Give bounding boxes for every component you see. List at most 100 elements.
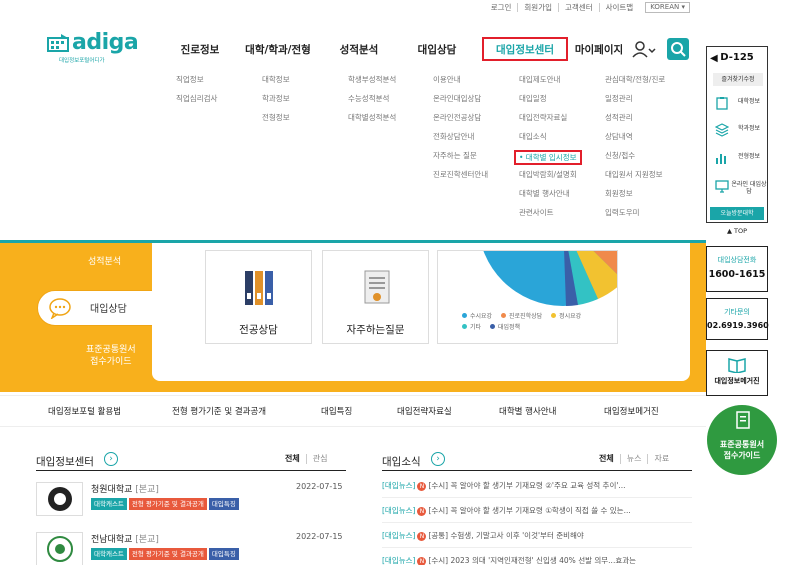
menu-item[interactable]: 자주하는 질문 [433,150,488,169]
site-logo[interactable]: adiga 대입정보포털어디가 [47,30,139,64]
card-major-counsel[interactable]: 전공상담 [205,250,312,344]
today-visited-button[interactable]: 오늘방문대학 [710,207,764,220]
nav-career[interactable]: 진로정보 [170,37,230,61]
tab-interest[interactable]: 관심 [307,454,334,464]
board-news-more[interactable]: › [431,452,445,466]
divider [382,522,692,523]
logo-subtitle: 대입정보포털어디가 [59,58,105,64]
menu-item[interactable]: 수능성적분석 [348,93,396,112]
search-button[interactable] [667,38,689,60]
menu-item[interactable]: 대입전략자료실 [519,112,582,131]
news-item[interactable]: [대입뉴스] N [수시] 2023 의대 '지역인재전형' 신입생 40% 선발 … [382,555,692,565]
link-events[interactable]: 대학별 행사안내 [499,405,556,417]
quick-online-counsel[interactable]: 온라인 대입상담 [707,175,767,201]
chat-icon [49,298,71,319]
nav-score[interactable]: 성적분석 [326,37,392,61]
quick-major-info[interactable]: 학과정보 [707,119,767,145]
join-link[interactable]: 회원가입 [518,2,559,12]
tag-cast[interactable]: 대학캐스트 [91,548,127,560]
quick-admission-info[interactable]: 전형정보 [707,147,767,173]
menu-item[interactable]: 대학별 행사안내 [519,188,582,207]
board-info-center-more[interactable]: › [104,452,118,466]
user-icon[interactable] [632,40,656,58]
menu-item[interactable]: 대입제도안내 [519,74,582,93]
menu-item[interactable]: 일정관리 [605,93,665,112]
menu-item[interactable]: 관련사이트 [519,207,582,226]
nav-mypage[interactable]: 마이페이지 [568,37,630,61]
link-strategy[interactable]: 대입전략자료실 [397,405,452,417]
board-news-title: 대입소식 [382,456,421,468]
language-select[interactable]: KOREAN ▾ [645,1,690,13]
link-eval-criteria[interactable]: 전형 평가기준 및 결과공개 [172,405,266,417]
list-item[interactable]: 전남대학교 [본교] 2022-07-15 대학캐스트 전형 평가기준 및 결과… [36,528,346,565]
menu-item[interactable]: 회원정보 [605,188,665,207]
inquiry-phone-label: 기타문의 [724,308,750,316]
card-faq[interactable]: 자주하는질문 [322,250,429,344]
favorites-edit-button[interactable]: 즐겨찾기수정 [713,73,763,86]
sitemap-link[interactable]: 사이트맵 [600,3,640,12]
link-features[interactable]: 대입특징 [321,405,352,417]
tab-news[interactable]: 뉴스 [621,454,649,464]
menu-item[interactable]: 이용안내 [433,74,488,93]
menu-item[interactable]: 전형정보 [262,112,290,131]
menu-item[interactable]: 온라인대입상담 [433,93,488,112]
post-date: 2022-07-15 [296,532,343,541]
menu-item[interactable]: 학생부성적분석 [348,74,396,93]
tab-data[interactable]: 자료 [648,454,675,464]
tag-feature[interactable]: 대입특징 [208,548,239,560]
side-menu-guide[interactable]: 표준공통원서 접수가이드 [86,344,136,368]
new-badge: N [417,532,427,541]
link-magazine[interactable]: 대입정보메거진 [604,405,659,417]
menu-item[interactable]: 성적관리 [605,112,665,131]
login-link[interactable]: 로그인 [485,2,519,12]
menu-item[interactable]: 신청/접수 [605,150,665,169]
nav-university[interactable]: 대학/학과/전형 [230,37,326,61]
chart-legend: 수시요강 진로진학상담 정시요강 기타 대입정책 [462,310,588,332]
menu-item[interactable]: 대입소식 [519,131,582,150]
menu-item[interactable]: 학과정보 [262,93,290,112]
tag-list: 대학캐스트 전형 평가기준 및 결과공개 대입특징 [91,548,239,560]
news-item[interactable]: [대입뉴스] N [수시] 꼭 알아야 할 생기부 기재요령 ①학생이 직접 쓸 수… [382,505,692,517]
tab-all[interactable]: 전체 [279,454,307,464]
legend-item: 기타 [462,321,481,332]
quick-univ-info[interactable]: 대학정보 [707,92,767,118]
menu-item[interactable]: 대입원서 지원정보 [605,169,665,188]
news-item[interactable]: [대입뉴스] N [공통] 수험생, 기말고사 이후 '이것'부터 준비해야 [382,530,692,542]
menu-item[interactable]: 전화상담안내 [433,131,488,150]
top-button[interactable]: ▲ TOP [706,227,768,235]
menu-item[interactable]: 입력도우미 [605,207,665,226]
menu-item-univ-admission[interactable]: • 대학별 입시정보 [514,150,582,165]
menu-item[interactable]: 대입일정 [519,93,582,112]
menu-item[interactable]: 직업정보 [176,74,217,93]
side-menu-counsel-label: 대입상담 [90,304,127,315]
tab-all[interactable]: 전체 [593,454,621,464]
nav-info-center[interactable]: 대입정보센터 [482,37,568,61]
tag-eval[interactable]: 전형 평가기준 및 결과공개 [128,498,207,510]
magazine-button[interactable]: 대입정보메거진 [706,350,768,396]
menu-item[interactable]: 온라인전공상담 [433,112,488,131]
nav-counsel[interactable]: 대입상담 [392,37,482,61]
customer-center-link[interactable]: 고객센터 [559,2,600,12]
menu-item[interactable]: 대입박람회/설명회 [519,169,582,188]
news-item[interactable]: [대입뉴스] N [수시] 꼭 알아야 할 생기부 기재요령 ②'주요 교육 성적 … [382,480,692,492]
menu-item[interactable]: 상담내역 [605,131,665,150]
quick-menu: ◀ D-125 즐겨찾기수정 대학정보 학과정보 전형정보 온라인 대입상담 오… [706,46,768,223]
menu-item[interactable]: 대학별성적분석 [348,112,396,131]
side-menu-score[interactable]: 성적분석 [88,254,121,267]
book-icon [728,358,746,374]
board-divider [36,470,346,471]
list-item[interactable]: 청원대학교 [본교] 2022-07-15 대학캐스트 전형 평가기준 및 결과… [36,478,346,524]
menu-item[interactable]: 직업심리검사 [176,93,217,112]
link-portal-guide[interactable]: 대입정보포털 활용법 [48,405,121,417]
tag-eval[interactable]: 전형 평가기준 및 결과공개 [128,548,207,560]
books-icon [245,271,273,305]
new-badge: N [417,482,427,491]
menu-item[interactable]: 진로진학센터안내 [433,169,488,188]
menu-item[interactable]: 관심대학/전형/진로 [605,74,665,93]
tag-feature[interactable]: 대입특징 [208,498,239,510]
board-news-tabs: 전체 뉴스 자료 [593,454,675,464]
document-icon [736,411,750,429]
tag-cast[interactable]: 대학캐스트 [91,498,127,510]
post-date: 2022-07-15 [296,482,343,491]
menu-item[interactable]: 대학정보 [262,74,290,93]
